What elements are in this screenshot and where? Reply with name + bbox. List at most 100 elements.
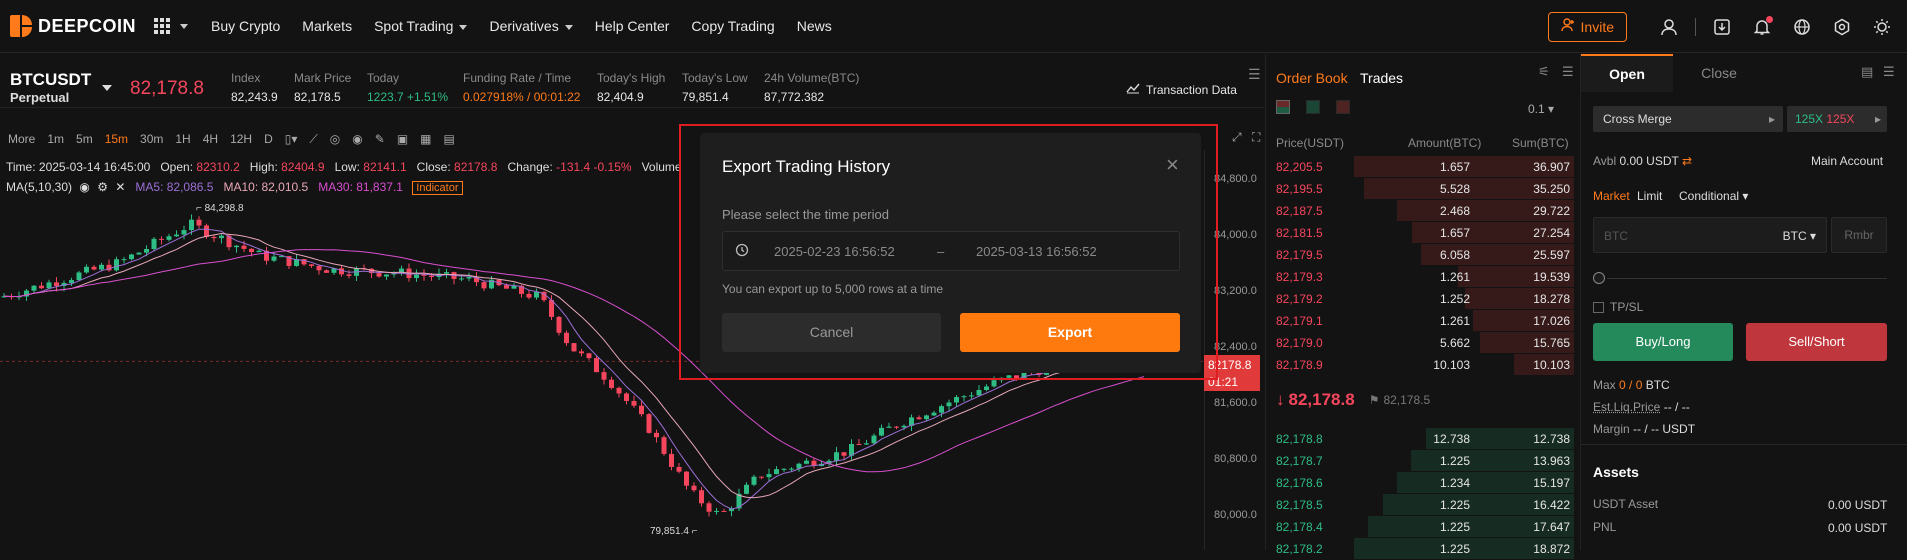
chart-type-icon[interactable]: ▯▾ <box>285 132 298 146</box>
bid-row[interactable]: 82,178.5 1.225 16.422 <box>1266 494 1580 516</box>
compare-icon[interactable]: ▤ <box>444 132 455 146</box>
book-icon[interactable]: ▤ <box>1861 64 1873 80</box>
order-type-limit[interactable]: Limit <box>1637 189 1662 203</box>
user-icon[interactable] <box>1658 16 1680 38</box>
logo[interactable]: DEEPCOIN <box>10 15 136 37</box>
camera-icon[interactable]: ▣ <box>397 132 408 146</box>
close-icon[interactable]: ✕ <box>115 180 125 194</box>
bid-row[interactable]: 82,178.7 1.225 13.963 <box>1266 450 1580 472</box>
sliders-icon[interactable]: ⚟ <box>1538 64 1550 80</box>
rmbr-input[interactable]: Rmbr <box>1831 217 1887 253</box>
ask-row[interactable]: 82,179.1 1.261 17.026 <box>1266 310 1580 332</box>
crosshair-icon[interactable]: ◎ <box>330 132 340 146</box>
cancel-button[interactable]: Cancel <box>722 313 941 352</box>
margin-mode-select[interactable]: Cross Merge ▸ <box>1593 106 1783 132</box>
export-button[interactable]: Export <box>960 313 1180 352</box>
timeframe-15m[interactable]: 15m <box>105 132 128 146</box>
timeframe-4h[interactable]: 4H <box>203 132 218 146</box>
main-account-label[interactable]: Main Account <box>1811 154 1883 168</box>
tab-open[interactable]: Open <box>1581 54 1673 92</box>
sell-short-button[interactable]: Sell/Short <box>1746 323 1887 361</box>
menu-icon[interactable]: ☰ <box>1883 64 1895 80</box>
fullscreen-icon[interactable]: ⤢ <box>1232 130 1242 145</box>
tab-close[interactable]: Close <box>1673 54 1765 92</box>
timeframe-5m[interactable]: 5m <box>76 132 93 146</box>
more-timeframes[interactable]: More <box>8 132 35 146</box>
ask-row[interactable]: 82,181.5 1.657 27.254 <box>1266 222 1580 244</box>
candle-body <box>939 406 944 413</box>
expand-icon[interactable]: ⛶ <box>1252 130 1260 145</box>
tab-trades[interactable]: Trades <box>1360 70 1403 86</box>
amount-slider[interactable] <box>1593 272 1887 286</box>
symbol-name[interactable]: BTCUSDT <box>10 70 91 90</box>
view-both-icon[interactable] <box>1276 100 1290 114</box>
ask-row[interactable]: 82,178.9 10.103 10.103 <box>1266 354 1580 376</box>
chevron-down-icon <box>459 24 468 30</box>
pencil-icon[interactable]: ✎ <box>375 132 385 146</box>
theme-icon[interactable] <box>1871 16 1893 38</box>
order-type-market[interactable]: Market <box>1593 189 1630 203</box>
candle-body <box>984 386 989 390</box>
end-date-input[interactable]: 2025-03-13 16:56:52 <box>976 244 1097 259</box>
precision-select[interactable]: 0.1 ▾ <box>1528 102 1554 116</box>
bid-row[interactable]: 82,178.4 1.225 17.647 <box>1266 516 1580 538</box>
eye-icon[interactable]: ◉ <box>352 132 362 146</box>
eye-icon[interactable]: ◉ <box>79 180 89 194</box>
timeframe-1h[interactable]: 1H <box>175 132 190 146</box>
menu-icon[interactable]: ☰ <box>1248 66 1261 83</box>
ask-row[interactable]: 82,179.2 1.252 18.278 <box>1266 288 1580 310</box>
ask-row[interactable]: 82,179.5 6.058 25.597 <box>1266 244 1580 266</box>
ask-row[interactable]: 82,195.5 5.528 35.250 <box>1266 178 1580 200</box>
nav-derivatives[interactable]: Derivatives <box>489 18 573 34</box>
leverage-select[interactable]: 125X 125X ▸ <box>1787 106 1887 132</box>
apps-menu[interactable] <box>154 18 189 34</box>
candle-body <box>714 510 719 512</box>
tpsl-checkbox[interactable]: TP/SL <box>1593 300 1643 314</box>
settings-icon[interactable] <box>1831 16 1853 38</box>
view-asks-icon[interactable] <box>1336 100 1350 114</box>
transaction-data-link[interactable]: Transaction Data <box>1126 82 1237 97</box>
timeframe-d[interactable]: D <box>264 132 273 146</box>
nav-spot-trading[interactable]: Spot Trading <box>374 18 468 34</box>
nav-copy-trading[interactable]: Copy Trading <box>691 18 774 34</box>
timeframe-12h[interactable]: 12H <box>230 132 252 146</box>
symbol-dropdown-icon[interactable] <box>102 85 112 91</box>
view-bids-icon[interactable] <box>1306 100 1320 114</box>
nav-news[interactable]: News <box>797 18 832 34</box>
ask-row[interactable]: 82,205.5 1.657 36.907 <box>1266 156 1580 178</box>
ask-row[interactable]: 82,179.0 5.662 15.765 <box>1266 332 1580 354</box>
nav-buy-crypto[interactable]: Buy Crypto <box>211 18 280 34</box>
unit-select[interactable]: BTC ▾ <box>1783 229 1816 243</box>
close-icon[interactable]: × <box>1166 154 1179 176</box>
layout-icon[interactable]: ▦ <box>420 132 431 146</box>
date-range-picker[interactable]: 2025-02-23 16:56:52 – 2025-03-13 16:56:5… <box>722 231 1180 271</box>
ask-row[interactable]: 82,187.5 2.468 29.722 <box>1266 200 1580 222</box>
tab-order-book[interactable]: Order Book <box>1276 70 1348 86</box>
ask-row[interactable]: 82,179.3 1.261 19.539 <box>1266 266 1580 288</box>
indicators-icon[interactable]: ⟋ <box>309 132 317 147</box>
bid-row[interactable]: 82,178.8 12.738 12.738 <box>1266 428 1580 450</box>
indicator-tag[interactable]: Indicator <box>412 181 463 195</box>
stat-funding-rate[interactable]: Funding Rate / Time 0.027918% / 00:01:22 <box>463 71 580 104</box>
liq-price-info: Est.Liq.Price -- / -- <box>1593 400 1690 414</box>
start-date-input[interactable]: 2025-02-23 16:56:52 <box>774 244 895 259</box>
nav-help-center[interactable]: Help Center <box>595 18 670 34</box>
timeframe-1m[interactable]: 1m <box>47 132 64 146</box>
candle-body <box>954 397 959 403</box>
invite-button[interactable]: Invite <box>1547 11 1627 42</box>
buy-long-button[interactable]: Buy/Long <box>1593 323 1733 361</box>
bid-row[interactable]: 82,178.6 1.234 15.197 <box>1266 472 1580 494</box>
axis-tick: 82,400.0 <box>1214 341 1257 353</box>
globe-icon[interactable] <box>1791 16 1813 38</box>
candle-body <box>759 476 764 478</box>
nav-markets[interactable]: Markets <box>302 18 352 34</box>
amount-input[interactable]: BTC BTC ▾ <box>1593 217 1827 253</box>
download-icon[interactable] <box>1711 16 1733 38</box>
order-price: 82,178.6 <box>1276 476 1323 490</box>
timeframe-30m[interactable]: 30m <box>140 132 163 146</box>
menu-icon[interactable]: ☰ <box>1562 64 1574 80</box>
order-type-conditional[interactable]: Conditional ▾ <box>1679 189 1748 203</box>
bell-icon[interactable] <box>1751 15 1773 38</box>
bid-row[interactable]: 82,178.2 1.225 18.872 <box>1266 538 1580 560</box>
gear-icon[interactable]: ⚙ <box>97 180 108 194</box>
